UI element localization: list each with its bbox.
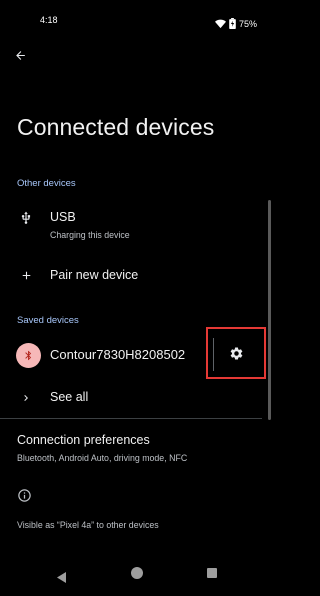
navigation-bar — [0, 556, 275, 596]
gear-icon — [230, 347, 242, 359]
pair-new-device-row[interactable]: Pair new device — [0, 260, 262, 290]
status-bar: 4:18 75% — [0, 0, 275, 38]
see-all-row[interactable]: See all — [0, 384, 262, 412]
status-time: 4:18 — [40, 15, 58, 25]
info-icon — [17, 488, 33, 504]
section-divider — [0, 418, 262, 419]
other-devices-header: Other devices — [17, 178, 76, 189]
battery-percent: 75% — [238, 18, 257, 29]
bluetooth-icon — [16, 343, 41, 368]
saved-devices-header: Saved devices — [17, 315, 79, 326]
add-icon — [16, 265, 36, 285]
connection-preferences-subtitle: Bluetooth, Android Auto, driving mode, N… — [17, 453, 188, 463]
battery-charging-icon — [229, 14, 236, 33]
wifi-icon — [214, 14, 226, 33]
usb-title: USB — [50, 210, 76, 224]
see-all-title: See all — [50, 390, 89, 404]
status-icons: 75% — [214, 14, 257, 33]
visibility-text: Visible as “Pixel 4a” to other devices — [17, 520, 159, 530]
nav-back-icon[interactable] — [57, 568, 67, 587]
connection-preferences-title: Connection preferences — [17, 433, 150, 447]
nav-home-icon[interactable] — [131, 567, 143, 579]
pair-new-device-title: Pair new device — [50, 268, 139, 282]
back-button[interactable] — [9, 44, 31, 66]
chevron-right-icon — [16, 388, 36, 408]
scrollbar[interactable] — [268, 200, 271, 420]
nav-recents-icon[interactable] — [207, 568, 217, 578]
device-settings-button[interactable] — [206, 327, 266, 379]
page-title: Connected devices — [17, 114, 215, 140]
usb-icon — [16, 208, 36, 228]
usb-subtitle: Charging this device — [50, 230, 130, 240]
usb-row[interactable]: USB Charging this device — [0, 200, 262, 248]
saved-device-name: Contour7830H8208502 — [50, 347, 186, 362]
arrow-back-icon — [15, 50, 25, 60]
